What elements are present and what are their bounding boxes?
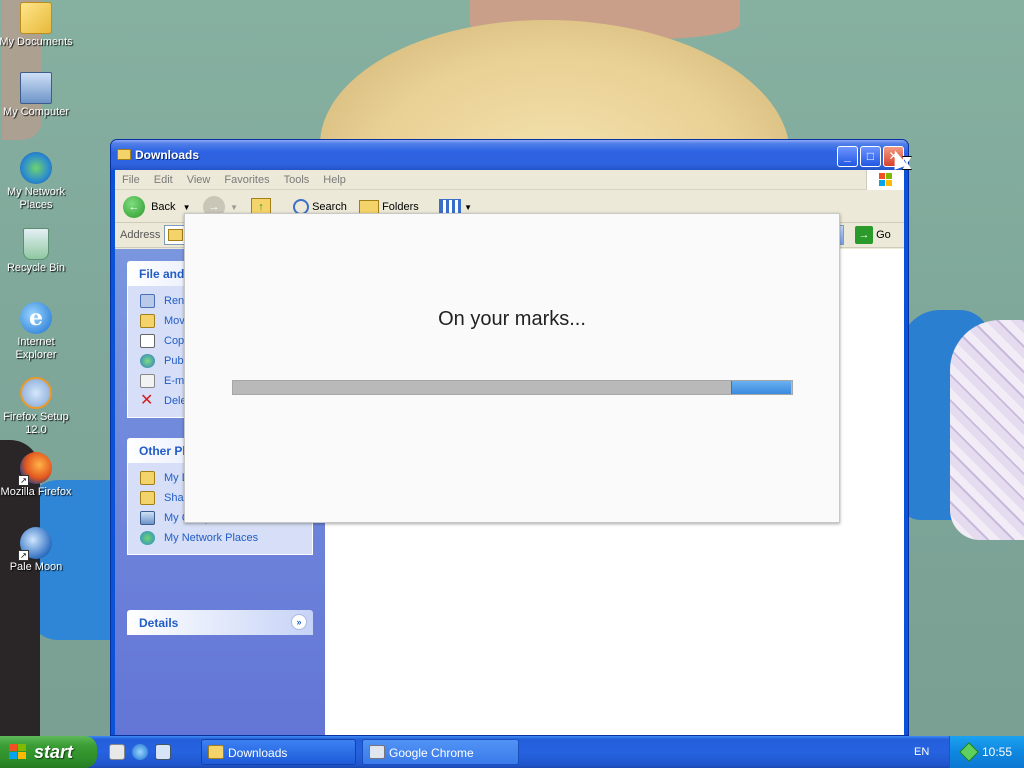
- install-progress-bar: [232, 380, 793, 395]
- shortcut-arrow-icon: ↗: [18, 550, 29, 561]
- desktop-icon-label: Pale Moon: [9, 561, 63, 573]
- network-places-icon: [140, 531, 155, 545]
- delete-icon: ✕: [140, 392, 154, 409]
- place-network[interactable]: My Network Places: [140, 528, 312, 548]
- folders-label: Folders: [382, 201, 419, 213]
- system-tray: 10:55: [949, 736, 1024, 768]
- place-label: My Network Places: [164, 532, 259, 544]
- folder-icon: [117, 149, 131, 160]
- clock[interactable]: 10:55: [982, 745, 1012, 759]
- go-button[interactable]: → Go: [855, 226, 891, 245]
- desktop-icon-label: My Network Places: [6, 186, 66, 211]
- desktop-icon-pale-moon[interactable]: ↗ Pale Moon: [0, 527, 74, 574]
- chrome-installer-dialog: On your marks...: [184, 213, 840, 523]
- back-arrow-icon: ←: [123, 196, 145, 219]
- desktop-icon-mozilla-firefox[interactable]: ↗ Mozilla Firefox: [0, 452, 74, 499]
- internet-explorer-icon: e: [20, 302, 52, 334]
- folder-icon: [168, 229, 183, 241]
- panel-title: Other Pl: [139, 444, 186, 458]
- network-places-icon: [20, 152, 52, 184]
- desktop-icon-firefox-setup[interactable]: Firefox Setup 12.0: [0, 377, 74, 437]
- search-label: Search: [312, 201, 347, 213]
- language-indicator[interactable]: EN: [914, 746, 929, 758]
- menu-favorites[interactable]: Favorites: [217, 170, 276, 186]
- minimize-button[interactable]: _: [837, 146, 858, 167]
- desktop-icon-my-computer[interactable]: My Computer: [0, 72, 74, 119]
- desktop-icon-recycle-bin[interactable]: Recycle Bin: [0, 228, 74, 275]
- task-label: Google Chrome Installer: [389, 746, 474, 760]
- details-header[interactable]: Details »: [127, 610, 313, 635]
- start-label: start: [34, 742, 74, 762]
- dropdown-arrow-icon: ▼: [464, 203, 472, 212]
- start-button[interactable]: start: [0, 736, 97, 768]
- menu-help[interactable]: Help: [316, 170, 353, 186]
- email-icon: [140, 374, 155, 388]
- my-computer-icon: [140, 511, 155, 525]
- back-button[interactable]: ← Back ▼: [123, 195, 191, 219]
- taskbar: start Downloads Google Chrome Installer …: [0, 736, 1024, 768]
- maximize-button[interactable]: □: [860, 146, 881, 167]
- windows-flag-icon: [9, 744, 27, 760]
- window-title: Downloads: [135, 148, 200, 162]
- desktop-icon-internet-explorer[interactable]: e Internet Explorer: [0, 302, 74, 362]
- desktop-icon-label: Internet Explorer: [15, 336, 57, 361]
- firefox-icon: ↗: [18, 452, 52, 486]
- address-label: Address: [120, 229, 161, 241]
- quicklaunch-media-player-icon[interactable]: [155, 744, 171, 760]
- menu-view[interactable]: View: [180, 170, 218, 186]
- desktop-icon-label: Recycle Bin: [6, 262, 66, 274]
- menu-file[interactable]: File: [115, 170, 147, 186]
- dropdown-arrow-icon: ▼: [230, 203, 238, 212]
- pale-moon-icon: ↗: [18, 527, 52, 561]
- folder-icon: [140, 471, 155, 485]
- tray-network-icon[interactable]: [959, 742, 979, 762]
- desktop-icon-label: My Computer: [2, 106, 70, 118]
- desktop-icon-label: Firefox Setup 12.0: [3, 411, 69, 436]
- publish-icon: [140, 354, 155, 368]
- my-documents-icon: [20, 2, 52, 34]
- progress-indicator: [731, 381, 791, 394]
- desktop-icon-network-places[interactable]: My Network Places: [0, 152, 74, 212]
- wallpaper-shape: [950, 320, 1024, 540]
- window-titlebar[interactable]: Downloads _ □ ✕: [111, 140, 908, 170]
- desktop-icon-label: My Documents: [0, 36, 73, 48]
- task-label: Downloads: [228, 746, 288, 760]
- go-arrow-icon: →: [855, 226, 873, 245]
- go-label: Go: [876, 229, 891, 241]
- panel-title: File and: [139, 267, 185, 281]
- taskbar-item-chrome-installer[interactable]: Google Chrome Installer: [362, 739, 519, 765]
- dropdown-arrow-icon[interactable]: ▼: [183, 203, 191, 212]
- firefox-setup-icon: [20, 377, 52, 409]
- installer-message: On your marks...: [438, 308, 586, 330]
- folder-icon: [140, 491, 155, 505]
- shortcut-arrow-icon: ↗: [18, 475, 29, 486]
- recycle-bin-icon: [23, 228, 49, 260]
- folder-icon: [208, 745, 224, 759]
- menu-tools[interactable]: Tools: [277, 170, 317, 186]
- installer-icon: [369, 745, 385, 759]
- desktop-icon-my-documents[interactable]: My Documents: [0, 2, 74, 49]
- menu-edit[interactable]: Edit: [147, 170, 180, 186]
- menu-bar: File Edit View Favorites Tools Help: [115, 170, 904, 190]
- move-icon: [140, 314, 155, 328]
- my-computer-icon: [20, 72, 52, 104]
- taskbar-item-downloads[interactable]: Downloads: [201, 739, 356, 765]
- expand-chevron-icon[interactable]: »: [291, 614, 307, 630]
- windows-logo-icon: [866, 170, 904, 190]
- back-label: Back: [151, 201, 176, 213]
- desktop-icon-label: Mozilla Firefox: [0, 486, 72, 498]
- panel-title: Details: [139, 616, 179, 630]
- quicklaunch-show-desktop-icon[interactable]: [109, 744, 125, 760]
- quicklaunch-ie-icon[interactable]: [132, 744, 148, 760]
- copy-icon: [140, 334, 155, 348]
- details-panel: Details »: [127, 610, 313, 635]
- rename-icon: [140, 294, 155, 308]
